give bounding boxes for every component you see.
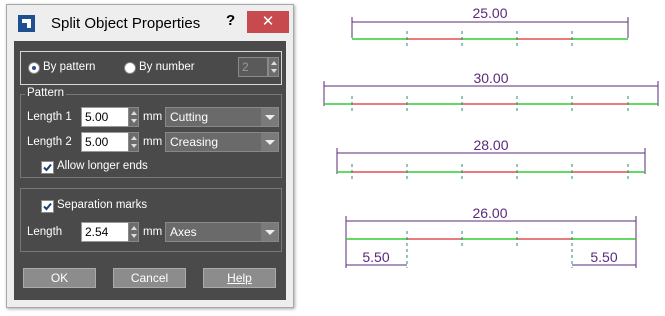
length1-label: Length 1: [27, 111, 72, 123]
preview-line-4: 26.00 5.50 5.50: [345, 205, 637, 268]
preview-line-3: 28.00: [336, 137, 646, 181]
app-logo-icon: [18, 15, 35, 32]
number-stepper[interactable]: [268, 57, 279, 77]
length2-type-value: Creasing: [170, 135, 219, 149]
length1-unit: mm: [143, 111, 163, 123]
dialog-content: By pattern By number 2 Pattern Length 1 …: [14, 41, 286, 300]
length2-label: Length 2: [27, 136, 72, 148]
dimension-label: 26.00: [472, 205, 507, 221]
by-pattern-label[interactable]: By pattern: [43, 61, 95, 73]
length1-type-select[interactable]: Cutting: [165, 107, 279, 127]
separation-length-input[interactable]: 2.54: [81, 222, 129, 242]
separation-axes: [406, 231, 573, 268]
length2-stepper[interactable]: [128, 132, 139, 152]
by-number-label[interactable]: By number: [139, 61, 195, 73]
allow-longer-ends-checkbox[interactable]: [41, 161, 54, 174]
help-button-label: Help: [227, 271, 252, 285]
separation-type-select[interactable]: Axes: [165, 222, 279, 242]
separation-marks-label[interactable]: Separation marks: [57, 199, 147, 211]
dimension-label: 30.00: [473, 70, 508, 86]
pattern-group: Pattern Length 1 5.00 mm Cutting Length …: [20, 87, 282, 178]
split-preview-drawing: 25.00 30.00 28.00 26.00 5.50 5.50: [323, 5, 659, 268]
number-input[interactable]: 2: [238, 57, 268, 77]
dimension-label: 28.00: [473, 137, 508, 153]
separation-type-value: Axes: [170, 225, 197, 239]
separation-length-stepper[interactable]: [128, 222, 139, 242]
separation-length-unit: mm: [143, 226, 163, 238]
preview-line-1: 25.00: [351, 5, 629, 48]
close-button[interactable]: ✕: [247, 11, 289, 33]
separation-group: Separation marks Length 2.54 mm Axes: [20, 188, 282, 252]
title-bar[interactable]: Split Object Properties ? ✕: [7, 5, 293, 41]
checkmark-icon: [43, 202, 52, 211]
ok-button[interactable]: OK: [23, 268, 96, 288]
left-end-dimension-label: 5.50: [362, 249, 389, 265]
length1-input[interactable]: 5.00: [81, 107, 129, 127]
length2-unit: mm: [143, 136, 163, 148]
allow-longer-ends-label[interactable]: Allow longer ends: [57, 160, 148, 172]
length1-type-value: Cutting: [170, 110, 209, 124]
mode-selection: By pattern By number 2: [20, 51, 282, 85]
split-object-dialog: Split Object Properties ? ✕ By pattern B…: [6, 4, 294, 308]
length1-stepper[interactable]: [128, 107, 139, 127]
checkmark-icon: [43, 163, 52, 172]
pattern-legend: Pattern: [25, 87, 67, 99]
chevron-down-icon: [261, 108, 278, 126]
chevron-down-icon: [261, 223, 278, 241]
chevron-down-icon: [261, 133, 278, 151]
help-title-button[interactable]: ?: [226, 12, 235, 29]
dimension-label: 25.00: [472, 5, 507, 21]
help-button[interactable]: Help: [203, 268, 276, 288]
by-pattern-radio[interactable]: [28, 62, 40, 74]
separation-marks-checkbox[interactable]: [41, 200, 54, 213]
preview-line-2: 30.00: [323, 70, 659, 113]
cancel-button[interactable]: Cancel: [113, 268, 186, 288]
right-end-dimension-label: 5.50: [590, 249, 617, 265]
length2-type-select[interactable]: Creasing: [165, 132, 279, 152]
dialog-title: Split Object Properties: [51, 15, 201, 32]
by-number-radio[interactable]: [124, 62, 136, 74]
separation-length-label: Length: [27, 226, 63, 238]
length2-input[interactable]: 5.00: [81, 132, 129, 152]
